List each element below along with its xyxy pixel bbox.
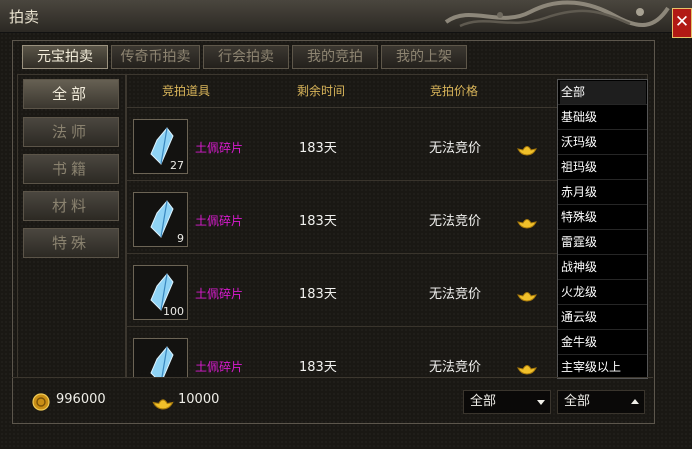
category-materials[interactable]: 材料 [23,191,119,221]
dragon-ornament-icon [444,0,670,28]
option-divider [558,354,647,355]
remaining-time: 183天 [299,360,337,375]
category-special[interactable]: 特殊 [23,228,119,258]
dropdown-option[interactable]: 雷霆级 [560,231,646,254]
header-time: 剩余时间 [297,84,346,98]
tab-guild-auction[interactable]: 行会拍卖 [203,45,289,69]
category-all[interactable]: 全部 [23,79,119,109]
type-filter-select[interactable]: 全部 [463,390,551,414]
gold-ingot-icon [517,365,537,375]
option-divider [558,204,647,205]
item-count: 9 [177,232,184,245]
dropdown-option[interactable]: 特殊级 [560,206,646,229]
dropdown-option[interactable]: 通云级 [560,306,646,329]
option-divider [558,254,647,255]
item-count: 27 [170,159,184,172]
dropdown-option[interactable]: 金牛级 [560,331,646,354]
header-item: 竞拍道具 [162,84,211,98]
dropdown-option[interactable]: 祖玛级 [560,156,646,179]
dropdown-option[interactable]: 主宰级以上 [560,356,646,379]
bid-price: 无法竞价 [429,141,482,156]
item-slot[interactable]: 27 [133,119,188,174]
dropdown-option[interactable]: 全部 [560,81,646,104]
item-slot[interactable] [133,338,188,377]
remaining-time: 183天 [299,287,337,302]
select-value: 全部 [470,394,497,409]
tab-my-listings[interactable]: 我的上架 [381,45,467,69]
close-button[interactable]: ✕ [672,8,692,38]
ingot-balance: 10000 [178,392,220,407]
grade-filter-select[interactable]: 全部 [557,390,645,414]
dropdown-option[interactable]: 火龙级 [560,281,646,304]
close-icon: ✕ [674,12,690,32]
chevron-down-icon [537,400,545,405]
dropdown-option[interactable]: 赤月级 [560,181,646,204]
category-panel: 全部 法师 书籍 材料 特殊 [17,74,126,378]
bottom-bar: 996000 10000 全部 全部 [12,377,653,423]
option-divider [558,229,647,230]
item-slot[interactable]: 9 [133,192,188,247]
item-slot[interactable]: 100 [133,265,188,320]
tab-my-bids[interactable]: 我的竞拍 [292,45,378,69]
auction-window: 拍卖 ✕ 元宝拍卖 传奇币拍卖 行会拍卖 我的竞拍 我的上架 全部 法师 书籍 … [0,0,692,449]
option-divider [558,329,647,330]
item-name[interactable]: 土佩碎片 [195,139,243,156]
item-name[interactable]: 土佩碎片 [195,212,243,229]
option-divider [558,279,647,280]
tab-yuanbao-auction[interactable]: 元宝拍卖 [22,45,108,69]
gold-coin-balance: 996000 [56,392,106,407]
crystal-shard-icon [150,346,174,377]
bid-price: 无法竞价 [429,287,482,302]
select-value: 全部 [564,394,591,409]
option-divider [558,179,647,180]
item-name[interactable]: 土佩碎片 [195,285,243,302]
gold-ingot-icon [517,292,537,302]
gold-ingot-icon [517,219,537,229]
item-name[interactable]: 土佩碎片 [195,358,243,375]
category-mage[interactable]: 法师 [23,117,119,147]
option-divider [558,129,647,130]
tab-legend-coin-auction[interactable]: 传奇币拍卖 [111,45,200,69]
crystal-shard-icon [150,200,174,238]
option-divider [558,104,647,105]
dropdown-option[interactable]: 基础级 [560,106,646,129]
title-bar[interactable]: 拍卖 ✕ [0,0,692,38]
chevron-up-icon [631,399,639,404]
window-title: 拍卖 [9,8,40,26]
bid-price: 无法竞价 [429,360,482,375]
dropdown-option[interactable]: 战神级 [560,256,646,279]
category-books[interactable]: 书籍 [23,154,119,184]
gold-ingot-icon [152,399,174,410]
option-divider [558,304,647,305]
remaining-time: 183天 [299,214,337,229]
header-price: 竞拍价格 [430,84,479,98]
option-divider [558,154,647,155]
bid-price: 无法竞价 [429,214,482,229]
gold-ingot-icon [517,146,537,156]
dropdown-option[interactable]: 沃玛级 [560,131,646,154]
remaining-time: 183天 [299,141,337,156]
grade-filter-dropdown[interactable]: 全部 基础级 沃玛级 祖玛级 赤月级 特殊级 雷霆级 战神级 火龙级 通云级 金… [557,79,648,379]
gold-coin-icon [32,393,50,411]
item-count: 100 [163,305,184,318]
